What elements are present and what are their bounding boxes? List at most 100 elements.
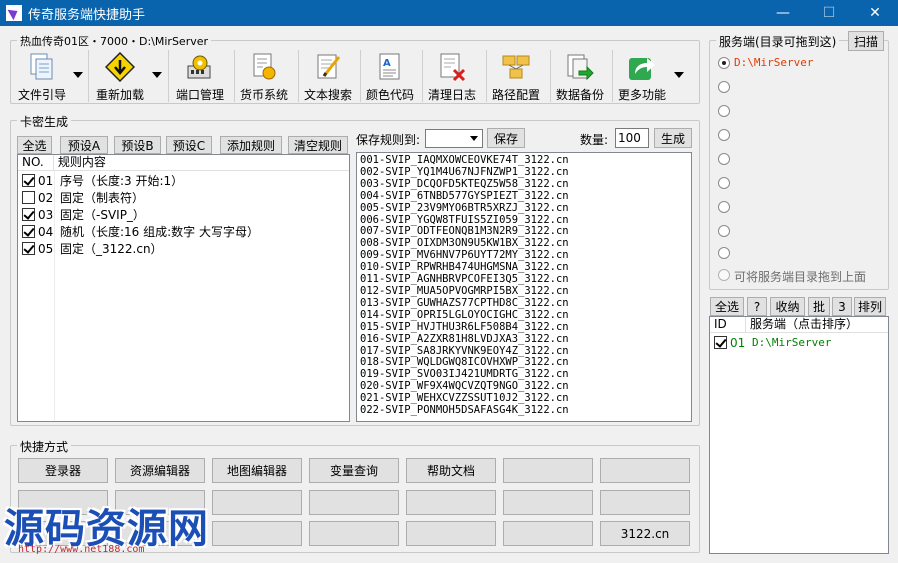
batch-button[interactable]: 批 [808, 297, 830, 316]
more-functions-button[interactable]: 更多功能 [618, 52, 666, 104]
help-button[interactable]: ? [747, 297, 767, 316]
selected-server-dir: D:\MirServer [734, 56, 814, 69]
select-all-rules-button[interactable]: 全选 [17, 136, 52, 154]
preset-c-button[interactable]: 预设C [166, 136, 212, 154]
save-rule-button[interactable]: 保存 [487, 128, 525, 148]
map-editor-button[interactable]: 地图编辑器 [212, 458, 302, 483]
shortcut-slot-button[interactable] [309, 490, 399, 515]
scan-button[interactable]: 扫描 [848, 31, 884, 51]
collapse-button[interactable]: 收纳 [770, 297, 805, 316]
server-row[interactable]: 01 D:\MirServer [714, 334, 831, 351]
file-guide-icon [27, 52, 57, 82]
port-gear-icon [185, 52, 215, 82]
reload-dropdown[interactable] [151, 52, 163, 104]
arrange-button[interactable]: 排列 [854, 297, 886, 316]
path-config-button[interactable]: 路径配置 [492, 52, 540, 104]
shortcut-slot-button[interactable] [503, 490, 593, 515]
shortcut-slot-button[interactable] [406, 521, 496, 546]
server-dir-radio[interactable] [718, 129, 730, 141]
clear-rules-button[interactable]: 清空规则 [288, 136, 348, 154]
column-header-no[interactable]: NO. [18, 155, 54, 170]
reload-button[interactable]: 重新加载 [96, 51, 145, 104]
rule-checkbox[interactable] [22, 225, 35, 238]
minimize-button[interactable]: — [760, 0, 806, 26]
server-count-badge: 3 [832, 297, 852, 316]
add-rule-button[interactable]: 添加规则 [220, 136, 282, 154]
text-search-button[interactable]: 文本搜索 [304, 52, 352, 104]
variable-query-button[interactable]: 变量查询 [309, 458, 399, 483]
generate-button[interactable]: 生成 [654, 128, 692, 148]
rule-row[interactable]: 02 固定（制表符） [22, 189, 144, 206]
count-input[interactable] [615, 128, 649, 148]
file-guide-button[interactable]: 文件引导 [18, 52, 66, 104]
rule-checkbox[interactable] [22, 208, 35, 221]
toolbar-separator [360, 50, 361, 102]
color-code-button[interactable]: A 颜色代码 [366, 52, 414, 104]
server-dir-label: 服务端(目录可拖到这) [716, 33, 840, 50]
file-guide-dropdown[interactable] [72, 52, 84, 104]
server-dir-group: 服务端(目录可拖到这) [709, 33, 889, 290]
server-dir-radio[interactable] [718, 177, 730, 189]
shortcut-slot-button[interactable] [600, 458, 690, 483]
data-backup-button[interactable]: 数据备份 [556, 52, 604, 104]
server-dir-radio[interactable] [718, 247, 730, 259]
close-button[interactable]: ✕ [852, 0, 898, 26]
select-all-servers-button[interactable]: 全选 [710, 297, 744, 316]
shortcut-slot-button[interactable] [406, 490, 496, 515]
server-checkbox[interactable] [714, 336, 727, 349]
rule-row[interactable]: 05 固定（_3122.cn） [22, 240, 163, 257]
rule-checkbox[interactable] [22, 242, 35, 255]
server-dir-radio[interactable] [718, 201, 730, 213]
server-dir-radio[interactable] [718, 57, 730, 69]
text-search-label: 文本搜索 [304, 88, 353, 102]
help-docs-button[interactable]: 帮助文档 [406, 458, 496, 483]
preset-a-button[interactable]: 预设A [60, 136, 108, 154]
codes-output[interactable]: 001-SVIP_IAQMXOWCEOVKE74T_3122.cn 002-SVI… [356, 152, 692, 422]
code-line: 004-SVIP_6TNBD577GYSPIEZT_3122.cn [360, 189, 569, 202]
reload-warning-icon [104, 51, 136, 83]
reload-label: 重新加载 [96, 88, 145, 102]
shortcut-slot-button[interactable] [600, 490, 690, 515]
watermark-url: http://www.net188.com [18, 544, 145, 555]
shortcut-slot-button[interactable] [503, 458, 593, 483]
server-dir-radio[interactable] [718, 269, 730, 281]
color-code-icon: A [375, 52, 405, 82]
server-list[interactable]: ID 服务端（点击排序） 01 D:\MirServer [709, 316, 889, 554]
maximize-button[interactable]: ☐ [806, 0, 852, 26]
launcher-button[interactable]: 登录器 [18, 458, 108, 483]
code-line: 014-SVIP_OPRI5LGLOYOCIGHC_3122.cn [360, 308, 569, 321]
rule-row[interactable]: 03 固定（-SVIP_） [22, 206, 145, 223]
currency-system-button[interactable]: 货币系统 [240, 52, 288, 104]
chevron-down-icon [470, 136, 478, 141]
shortcut-slot-button[interactable] [503, 521, 593, 546]
rules-list[interactable]: NO. 规则内容 01 序号（长度:3 开始:1） 02 固定（制表符） 03 … [17, 154, 350, 422]
shortcut-slot-button[interactable] [309, 521, 399, 546]
text-search-icon [313, 52, 343, 82]
column-header-server[interactable]: 服务端（点击排序） [746, 317, 888, 332]
port-management-button[interactable]: 端口管理 [176, 52, 224, 104]
server-dir-radio[interactable] [718, 81, 730, 93]
server-dir-radio[interactable] [718, 225, 730, 237]
rule-row[interactable]: 01 序号（长度:3 开始:1） [22, 172, 183, 189]
website-shortcut-button[interactable]: 3122.cn [600, 521, 690, 546]
rule-no: 05 [38, 241, 54, 256]
rule-row[interactable]: 04 随机（长度:16 组成:数字 大写字母） [22, 223, 259, 240]
chevron-down-icon [674, 72, 684, 78]
save-rule-select[interactable] [425, 129, 483, 148]
resource-editor-button[interactable]: 资源编辑器 [115, 458, 205, 483]
rule-checkbox[interactable] [22, 191, 35, 204]
more-functions-label: 更多功能 [618, 88, 667, 102]
rule-checkbox[interactable] [22, 174, 35, 187]
port-management-label: 端口管理 [176, 88, 225, 102]
clear-log-button[interactable]: 清理日志 [428, 52, 476, 104]
more-functions-dropdown[interactable] [673, 52, 685, 104]
column-header-content[interactable]: 规则内容 [54, 155, 349, 170]
column-header-id[interactable]: ID [710, 317, 746, 332]
code-line: 022-SVIP_PONMOH5DSAFASG4K_3122.cn [360, 404, 569, 417]
preset-b-button[interactable]: 预设B [114, 136, 161, 154]
shortcut-slot-button[interactable] [212, 521, 302, 546]
shortcut-slot-button[interactable] [212, 490, 302, 515]
currency-system-label: 货币系统 [240, 88, 289, 102]
server-dir-radio[interactable] [718, 153, 730, 165]
server-dir-radio[interactable] [718, 105, 730, 117]
